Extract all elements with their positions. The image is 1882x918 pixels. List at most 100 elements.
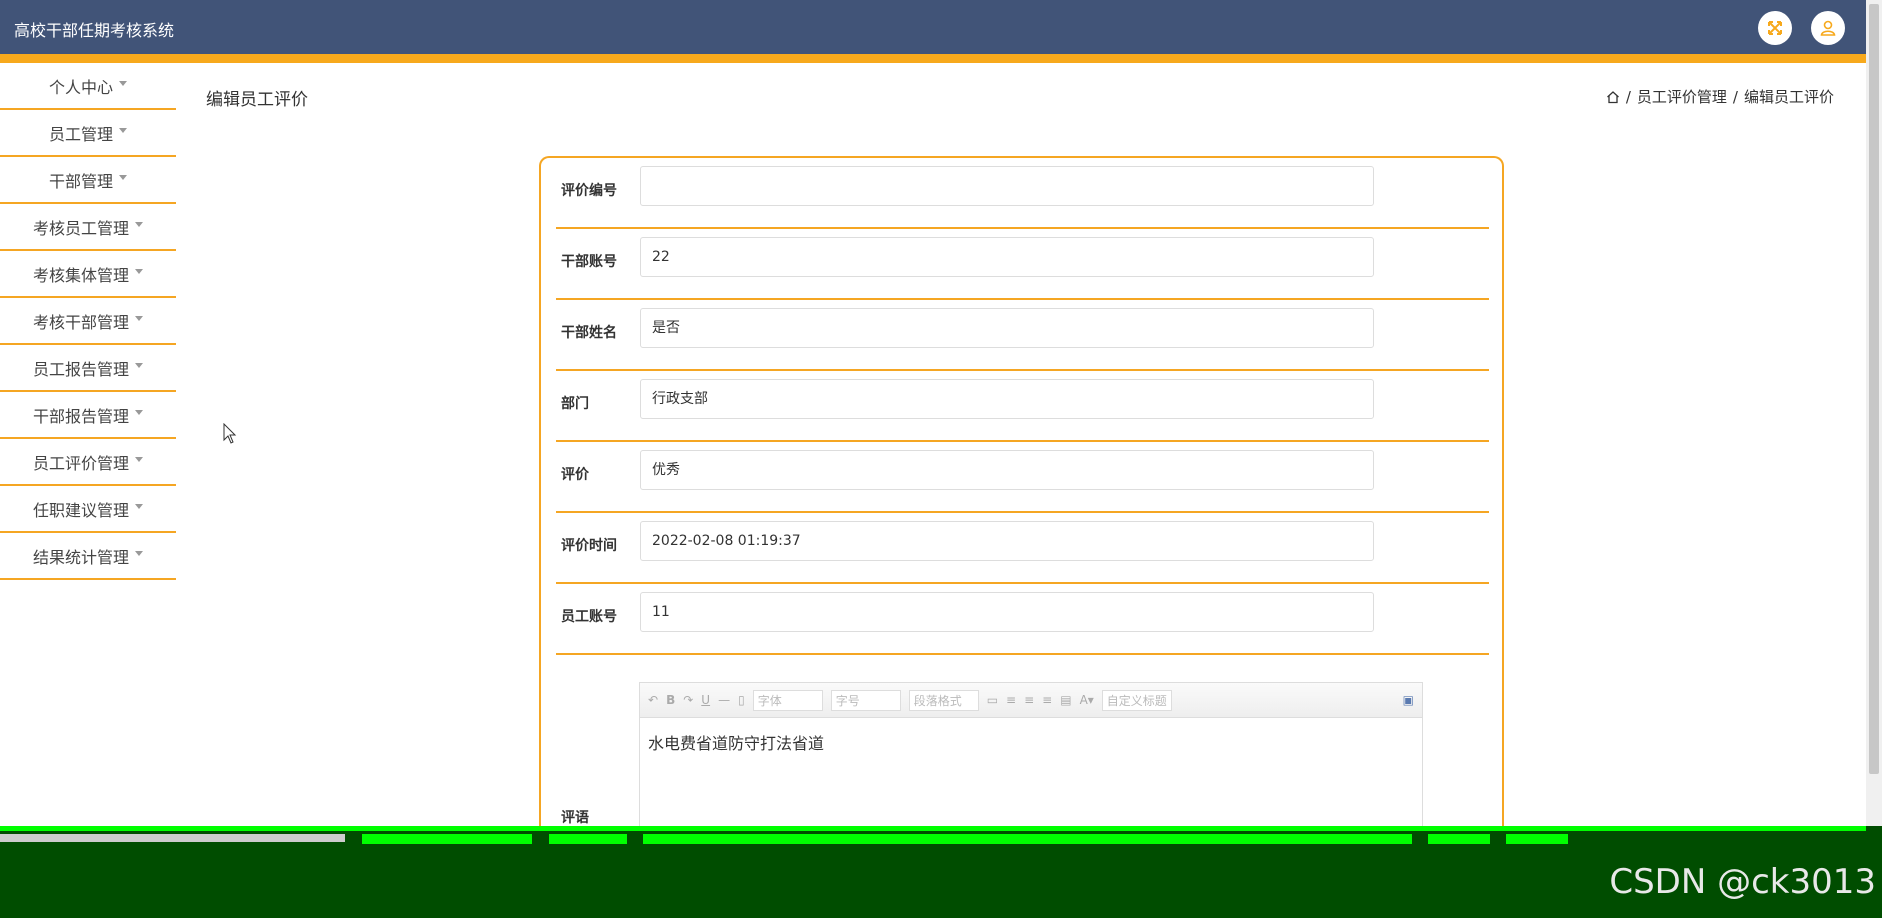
field-label: 部门	[561, 396, 589, 412]
sidebar-item-label: 结果统计管理	[32, 547, 129, 567]
editor-content[interactable]: 水电费省道防守打法省道	[640, 718, 1422, 766]
fullscreen-button[interactable]	[1758, 11, 1792, 45]
sidebar-item-label: 个人中心	[48, 77, 113, 97]
field-label: 评价时间	[561, 538, 617, 554]
source-code-icon[interactable]: ▣	[1403, 693, 1414, 707]
department-input[interactable]: 行政支部	[640, 379, 1374, 419]
align-center-icon[interactable]: ≡	[1024, 693, 1034, 707]
user-icon	[1820, 20, 1836, 36]
align-left-icon[interactable]: ≡	[1006, 693, 1016, 707]
cadre-name-input[interactable]: 是否	[640, 308, 1374, 348]
expand-icon	[1768, 21, 1782, 35]
underline-icon[interactable]: U	[701, 693, 710, 707]
caret-down-icon	[119, 175, 127, 180]
employee-account-input[interactable]: 11	[640, 592, 1374, 632]
sidebar-item-label: 考核干部管理	[32, 312, 129, 332]
rich-text-editor[interactable]: ↶ B ↷ U — ▯ 字体 字号 段落格式 ▭ ≡ ≡ ≡ ▤ A▾ 自定义标…	[639, 682, 1423, 842]
font-size-select[interactable]: 字号	[830, 689, 901, 711]
evaluation-id-input[interactable]	[640, 166, 1374, 206]
user-menu-button[interactable]	[1811, 11, 1845, 45]
sidebar-item-label: 干部报告管理	[32, 406, 129, 426]
page-title: 编辑员工评价	[206, 90, 308, 110]
field-label: 干部姓名	[561, 325, 617, 341]
align-right-icon[interactable]: ≡	[1042, 693, 1052, 707]
overlay-bar	[1506, 834, 1568, 844]
caret-down-icon	[119, 81, 127, 86]
sidebar-item-assess-employee[interactable]: 考核员工管理	[0, 204, 176, 251]
form-row: 干部账号 22	[556, 229, 1489, 300]
undo-icon[interactable]: ↶	[648, 693, 658, 707]
top-header: 高校干部任期考核系统	[0, 0, 1866, 54]
horizontal-scrollbar[interactable]	[0, 826, 1866, 831]
paragraph-format-select[interactable]: 段落格式	[908, 689, 979, 711]
sidebar-item-employee-evaluation[interactable]: 员工评价管理	[0, 439, 176, 486]
bold-icon[interactable]: B	[666, 693, 675, 707]
editor-toolbar: ↶ B ↷ U — ▯ 字体 字号 段落格式 ▭ ≡ ≡ ≡ ▤ A▾ 自定义标…	[640, 683, 1422, 718]
sidebar-item-label: 员工评价管理	[32, 453, 129, 473]
caret-down-icon	[135, 551, 143, 556]
caret-down-icon	[135, 269, 143, 274]
font-color-icon[interactable]: A▾	[1080, 693, 1094, 707]
evaluation-time-input[interactable]: 2022-02-08 01:19:37	[640, 521, 1374, 561]
sidebar-item-employee[interactable]: 员工管理	[0, 110, 176, 157]
watermark: CSDN @ck3013	[1609, 862, 1876, 902]
sidebar-item-employee-report[interactable]: 员工报告管理	[0, 345, 176, 392]
app-title: 高校干部任期考核系统	[14, 21, 175, 40]
home-icon[interactable]	[1606, 90, 1620, 104]
sidebar-item-appointment-advice[interactable]: 任职建议管理	[0, 486, 176, 533]
overlay-bar	[0, 834, 345, 842]
sidebar-item-cadre-report[interactable]: 干部报告管理	[0, 392, 176, 439]
caret-down-icon	[119, 128, 127, 133]
field-label: 员工账号	[561, 609, 617, 625]
caret-down-icon	[135, 410, 143, 415]
format-icon[interactable]: ▯	[738, 693, 745, 707]
form-row: 评价时间 2022-02-08 01:19:37	[556, 513, 1489, 584]
form-row: 评价编号	[556, 158, 1489, 229]
caret-down-icon	[135, 316, 143, 321]
caret-down-icon	[135, 363, 143, 368]
scrollbar-thumb[interactable]	[1869, 4, 1879, 774]
sidebar-item-label: 干部管理	[48, 171, 113, 191]
overlay-bar	[362, 834, 532, 844]
cadre-account-input[interactable]: 22	[640, 237, 1374, 277]
caret-down-icon	[135, 222, 143, 227]
sidebar-item-label: 考核集体管理	[32, 265, 129, 285]
comment-label: 评语	[561, 810, 589, 826]
field-label: 评价编号	[561, 183, 617, 199]
vertical-scrollbar[interactable]	[1866, 0, 1882, 826]
breadcrumb: / 员工评价管理 / 编辑员工评价	[1606, 86, 1834, 107]
sidebar-item-label: 任职建议管理	[32, 500, 129, 520]
sidebar-item-assess-cadre[interactable]: 考核干部管理	[0, 298, 176, 345]
justify-icon[interactable]: ▤	[1060, 693, 1071, 707]
form-row: 员工账号 11	[556, 584, 1489, 655]
form-row: 部门 行政支部	[556, 371, 1489, 442]
evaluation-input[interactable]: 优秀	[640, 450, 1374, 490]
sidebar-item-label: 员工管理	[48, 124, 113, 144]
overlay-bar	[549, 834, 627, 844]
sidebar-item-assess-collective[interactable]: 考核集体管理	[0, 251, 176, 298]
sidebar-item-label: 考核员工管理	[32, 218, 129, 238]
edit-form: 评价编号 干部账号 22 干部姓名 是否 部门 行政支部 评价 优秀 评价时间 …	[539, 156, 1504, 842]
breadcrumb-item[interactable]: 员工评价管理	[1637, 86, 1727, 107]
table-icon[interactable]: ▭	[987, 693, 998, 707]
breadcrumb-separator: /	[1625, 87, 1631, 106]
sidebar-item-label: 员工报告管理	[32, 359, 129, 379]
caret-down-icon	[135, 457, 143, 462]
field-label: 干部账号	[561, 254, 617, 270]
font-family-select[interactable]: 字体	[752, 689, 823, 711]
overlay-bar	[643, 834, 1412, 844]
horizontal-rule-icon[interactable]: —	[718, 693, 730, 707]
mouse-cursor-icon	[223, 423, 237, 444]
sidebar-item-cadre[interactable]: 干部管理	[0, 157, 176, 204]
sidebar-item-result-statistics[interactable]: 结果统计管理	[0, 533, 176, 580]
breadcrumb-current: 编辑员工评价	[1743, 88, 1834, 106]
custom-title-select[interactable]: 自定义标题	[1101, 689, 1172, 711]
redo-icon[interactable]: ↷	[683, 693, 693, 707]
form-row: 评价 优秀	[556, 442, 1489, 513]
caret-down-icon	[135, 504, 143, 509]
field-label: 评价	[561, 467, 589, 483]
sidebar: 个人中心 员工管理 干部管理 考核员工管理 考核集体管理 考核干部管理 员工报告…	[0, 63, 176, 580]
breadcrumb-separator: /	[1732, 87, 1738, 106]
accent-bar	[0, 54, 1866, 63]
sidebar-item-personal-center[interactable]: 个人中心	[0, 63, 176, 110]
